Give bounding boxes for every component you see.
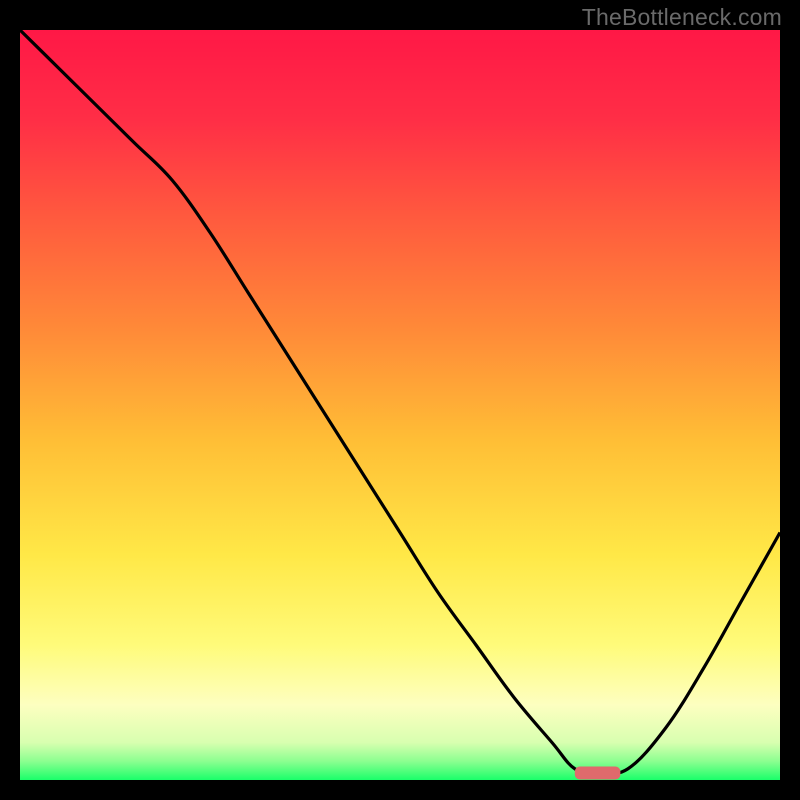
optimal-marker bbox=[575, 767, 621, 780]
bottleneck-curve-chart bbox=[20, 30, 780, 780]
watermark-text: TheBottleneck.com bbox=[582, 4, 782, 31]
plot-area bbox=[20, 30, 780, 780]
chart-frame: TheBottleneck.com bbox=[0, 0, 800, 800]
